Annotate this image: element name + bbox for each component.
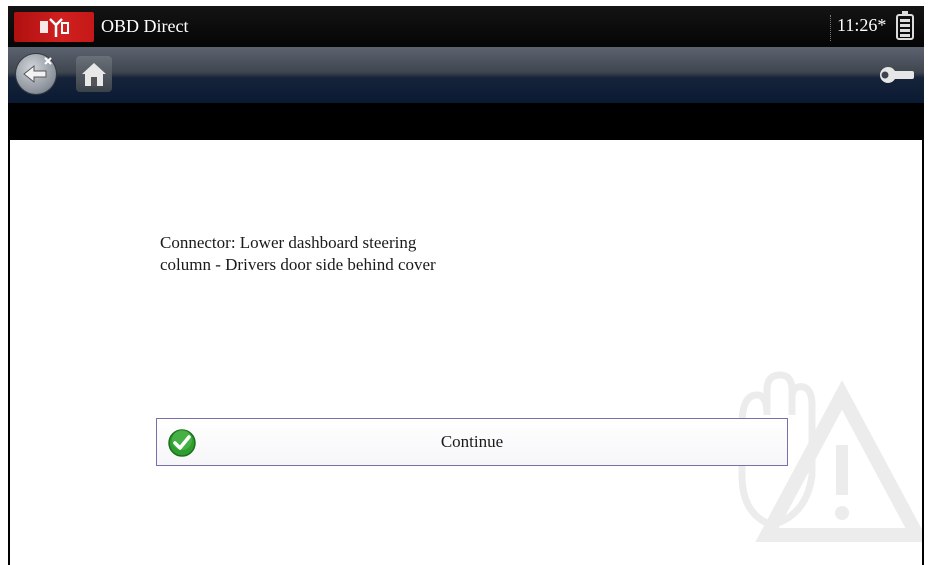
back-button[interactable] [16, 54, 56, 94]
home-icon [82, 63, 106, 86]
subheader-bar [8, 103, 924, 140]
app-title: OBD Direct [101, 16, 189, 36]
tools-button[interactable] [876, 54, 918, 96]
continue-button[interactable]: Continue [156, 418, 788, 466]
app-window: OBD Direct 11:26* Connector: Lower dashb… [8, 6, 924, 565]
continue-label: Continue [440, 432, 504, 451]
clock: 11:26* [830, 15, 886, 41]
wrench-icon [880, 67, 914, 83]
scanner-app-icon[interactable] [14, 12, 94, 42]
back-arrow-icon [23, 57, 52, 84]
connector-location-message: Connector: Lower dashboard steering colu… [160, 233, 436, 274]
battery-icon [896, 11, 914, 40]
title-bar: OBD Direct 11:26* [8, 6, 924, 47]
toolbar [8, 47, 924, 103]
home-button[interactable] [76, 56, 112, 92]
content-area: Connector: Lower dashboard steering colu… [10, 140, 922, 565]
